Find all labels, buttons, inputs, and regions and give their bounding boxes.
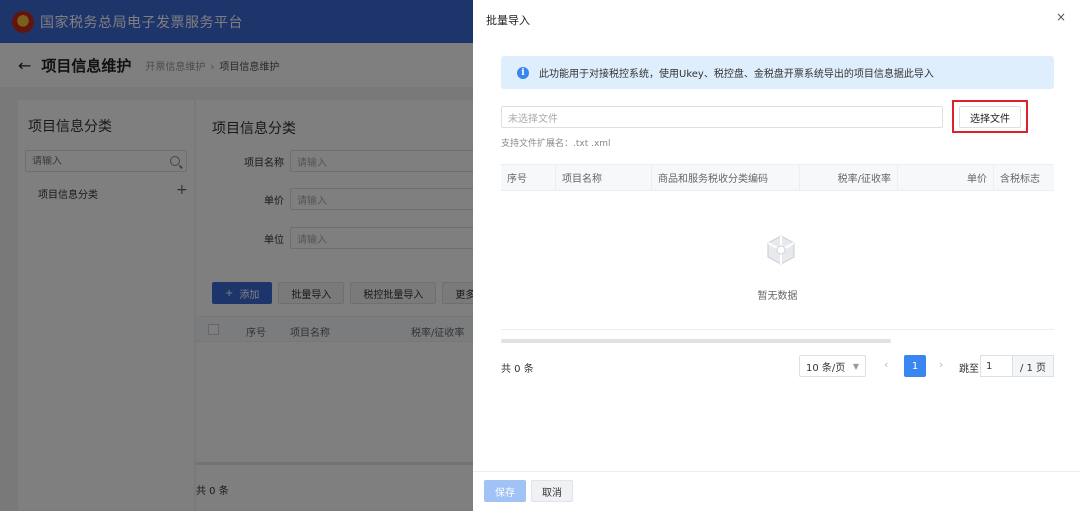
import-table-header: 序号 项目名称 商品和服务税收分类编码 税率/征收率 单价 含税标志 bbox=[501, 164, 1054, 191]
info-alert: i 此功能用于对接税控系统，使用Ukey、税控盘、金税盘开票系统导出的项目信息据… bbox=[501, 56, 1054, 89]
empty-data-text: 暂无数据 bbox=[757, 291, 798, 302]
file-extension-hint: 支持文件扩展名：.txt .xml bbox=[501, 139, 611, 149]
cancel-button[interactable]: 取消 bbox=[531, 480, 573, 502]
batch-import-drawer: 批量导入 × i 此功能用于对接税控系统，使用Ukey、税控盘、金税盘开票系统导… bbox=[473, 0, 1080, 511]
file-path-placeholder: 未选择文件 bbox=[508, 113, 558, 125]
chevron-down-icon: ▼ bbox=[852, 361, 859, 371]
column-header-item-name: 项目名称 bbox=[555, 165, 651, 190]
page-number-current[interactable]: 1 bbox=[904, 355, 926, 377]
save-button[interactable]: 保存 bbox=[484, 480, 526, 502]
close-icon[interactable]: × bbox=[1056, 10, 1066, 24]
jump-to-input[interactable]: 1 bbox=[980, 355, 1013, 377]
jump-to-label: 跳至 bbox=[959, 364, 979, 375]
column-header-tax-included-flag: 含税标志 bbox=[993, 165, 1054, 190]
column-header-tax-rate: 税率/征收率 bbox=[799, 165, 897, 190]
info-text: 此功能用于对接税控系统，使用Ukey、税控盘、金税盘开票系统导出的项目信息据此导… bbox=[539, 69, 934, 80]
drawer-footer: 保存 取消 bbox=[473, 471, 1080, 511]
page-size-value: 10 条/页 bbox=[806, 362, 846, 374]
pagination-total: 共 0 条 bbox=[501, 364, 534, 375]
info-icon: i bbox=[517, 66, 529, 79]
column-header-unit-price: 单价 bbox=[897, 165, 993, 190]
column-header-index: 序号 bbox=[507, 174, 527, 185]
next-page-icon[interactable]: › bbox=[939, 358, 943, 371]
page-size-select[interactable]: 10 条/页 ▼ bbox=[799, 355, 866, 377]
horizontal-scrollbar[interactable] bbox=[501, 339, 891, 343]
empty-data-icon bbox=[767, 235, 795, 265]
choose-file-button[interactable]: 选择文件 bbox=[959, 106, 1021, 128]
prev-page-icon[interactable]: ‹ bbox=[884, 358, 888, 371]
table-bottom-border bbox=[501, 329, 1054, 330]
file-path-input[interactable]: 未选择文件 bbox=[501, 106, 943, 128]
total-pages: / 1 页 bbox=[1013, 355, 1054, 377]
column-header-tax-category-code: 商品和服务税收分类编码 bbox=[651, 165, 799, 190]
drawer-title: 批量导入 bbox=[486, 14, 530, 27]
